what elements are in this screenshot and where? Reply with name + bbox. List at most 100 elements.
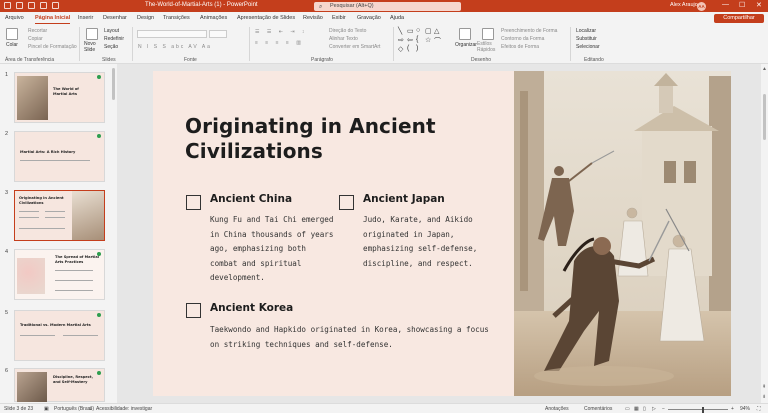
font-size-field[interactable] [209,30,227,38]
thumbnails-scrollbar[interactable] [112,68,115,100]
cut-button[interactable]: Recortar [28,28,47,34]
tab-desenhar[interactable]: Desenhar [103,15,127,21]
zoom-level[interactable]: 94% [740,406,750,412]
format-painter-button[interactable]: Pincel de Formatação [28,44,77,50]
user-name[interactable]: Alex Araujo [670,2,698,8]
tab-pagina-inicial[interactable]: Página Inicial [35,15,71,24]
slide-thumbnail-3[interactable]: Originating in Ancient Civilizations [14,190,105,241]
arrange-button[interactable]: Organizar [455,42,477,48]
section-heading-china[interactable]: Ancient China [210,193,292,205]
minimize-button[interactable]: — [722,1,729,8]
fit-slide-icon[interactable]: ⛶ [757,406,761,412]
section-heading-korea[interactable]: Ancient Korea [210,302,293,314]
tab-design[interactable]: Design [137,15,154,21]
smartart-button[interactable]: Converter em SmartArt [329,44,380,50]
share-button[interactable]: Compartilhar [714,14,764,23]
section-body-korea[interactable]: Taekwondo and Hapkido originated in Kore… [210,323,500,352]
section-button[interactable]: Seção [104,44,118,50]
undo-icon[interactable] [28,2,35,9]
accessibility-icon[interactable]: ☺ [88,406,93,412]
replace-button[interactable]: Substituir [576,36,597,42]
align-text-button[interactable]: Alinhar Texto [329,36,358,42]
slide-thumbnail-6[interactable]: Discipline, Respect, and Self-Mastery [14,368,105,402]
tab-exibir[interactable]: Exibir [332,15,346,21]
list-buttons[interactable]: ☰ ☰ ⇤ ⇥ ↕ [255,29,307,35]
shapes-gallery[interactable]: ╲ ▭ ○ ▢ △ ⇨ ⇦ { ☆ ⌒ ◇ ( ) [397,27,449,55]
accessibility-status[interactable]: Acessibilidade: investigar [96,406,152,412]
martial-arts-illustration[interactable] [514,71,731,396]
autosave-icon[interactable] [4,2,11,9]
slide-title[interactable]: Originating in Ancient Civilizations [185,114,505,164]
align-buttons[interactable]: ≡ ≡ ≡ ≡ ▥ [255,40,304,46]
shape-outline-button[interactable]: Contorno da Forma [501,36,544,42]
normal-view-icon[interactable]: ▭ [625,406,630,412]
oval-shape-icon[interactable]: ○ [416,27,420,34]
slide-thumbnail-5[interactable]: Traditional vs. Modern Martial Arts [14,310,105,361]
tab-inserir[interactable]: Inserir [78,15,93,21]
tab-revisao[interactable]: Revisão [303,15,323,21]
present-icon[interactable] [52,2,59,9]
slide-thumbnail-4[interactable]: The Spread of Martial Arts Practices [14,249,105,300]
curve-shape-icon[interactable]: ⌒ [434,36,441,46]
notes-button[interactable]: Anotações [545,406,569,412]
rectangle-shape-icon[interactable]: ▭ [407,27,414,35]
font-name-field[interactable] [137,30,207,38]
zoom-in-icon[interactable]: + [731,406,734,412]
shape-effects-button[interactable]: Efeitos de Forma [501,44,539,50]
tab-transicoes[interactable]: Transições [163,15,190,21]
section-heading-japan[interactable]: Ancient Japan [363,193,445,205]
search-box[interactable]: ⌕ Pesquisar (Alt+Q) [314,1,461,11]
find-button[interactable]: Localizar [576,28,596,34]
spellcheck-icon[interactable]: ▣ [44,406,49,412]
tab-arquivo[interactable]: Arquivo [5,15,24,21]
shape-fill-button[interactable]: Preenchimento de Forma [501,28,557,34]
bracket-right-shape-icon[interactable]: ) [416,45,418,52]
scrollbar-thumb[interactable] [763,94,766,140]
diamond-shape-icon[interactable]: ◇ [398,45,403,53]
text-direction-button[interactable]: Direção do Texto [329,28,366,34]
bracket-shape-icon[interactable]: ( [407,45,409,52]
new-slide-button[interactable]: Novo Slide [84,41,100,53]
slideshow-view-icon[interactable]: ▷ [652,406,656,412]
comments-button[interactable]: Comentários [584,406,612,412]
redo-icon[interactable] [40,2,47,9]
rounded-rect-shape-icon[interactable]: ▢ [425,27,432,35]
tab-animacoes[interactable]: Animações [200,15,227,21]
brace-shape-icon[interactable]: { [416,36,418,43]
tab-gravacao[interactable]: Gravação [357,15,381,21]
next-slide-icon[interactable]: ⇟ [762,394,766,400]
tab-apresentacao[interactable]: Apresentação de Slides [237,15,295,21]
tab-ajuda[interactable]: Ajuda [390,15,404,21]
avatar[interactable]: AA [697,1,706,11]
paste-icon[interactable] [6,28,18,40]
reset-button[interactable]: Redefinir [104,36,124,42]
close-button[interactable]: ✕ [756,1,762,9]
line-shape-icon[interactable]: ╲ [398,27,402,35]
arrow-shape-icon[interactable]: ⇨ [398,36,404,44]
arrow-left-shape-icon[interactable]: ⇦ [407,36,413,44]
scroll-up-icon[interactable]: ▲ [762,66,767,72]
layout-button[interactable]: Layout [104,28,119,34]
slide-thumbnail-2[interactable]: Martial Arts: A Rich History [14,131,105,182]
save-icon[interactable] [16,2,23,9]
quick-styles-button[interactable]: Estilos Rápidos [477,41,499,53]
slide-thumbnail-1[interactable]: The World of Martial Arts [14,72,105,123]
sorter-view-icon[interactable]: ▦ [634,406,639,412]
arrange-icon[interactable] [459,28,471,40]
copy-button[interactable]: Copiar [28,36,43,42]
star-shape-icon[interactable]: ☆ [425,36,431,44]
reading-view-icon[interactable]: ▯ [643,406,646,412]
triangle-shape-icon[interactable]: △ [434,27,439,35]
section-body-china[interactable]: Kung Fu and Tai Chi emerged in China tho… [210,213,336,286]
select-button[interactable]: Selecionar [576,44,600,50]
zoom-slider-handle[interactable] [702,406,704,413]
zoom-slider[interactable] [668,409,728,410]
maximize-button[interactable]: ☐ [739,1,745,9]
slide-editor[interactable]: Originating in Ancient Civilizations Anc… [153,71,731,396]
section-body-japan[interactable]: Judo, Karate, and Aikido originated in J… [363,213,489,271]
zoom-out-icon[interactable]: − [662,406,665,412]
paste-button[interactable]: Colar [6,42,18,48]
font-format-buttons[interactable]: N I S S abc AV Aa [138,44,212,50]
new-slide-icon[interactable] [86,28,98,40]
prev-slide-icon[interactable]: ⇞ [762,384,766,390]
